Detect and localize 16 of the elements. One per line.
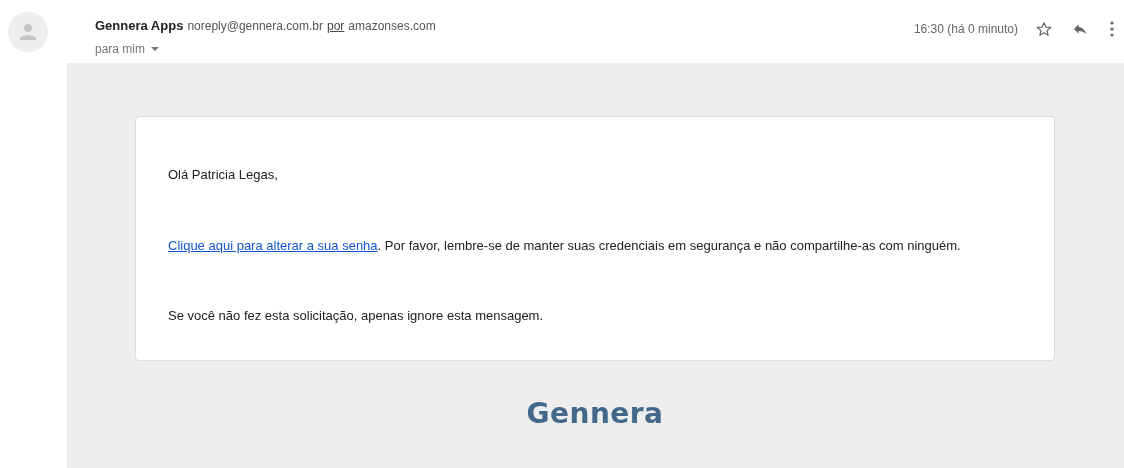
- gennera-logo: Gennera: [526, 396, 664, 432]
- recipient-label[interactable]: para mim: [95, 39, 145, 58]
- more-icon[interactable]: [1110, 21, 1114, 37]
- star-icon[interactable]: [1036, 21, 1052, 37]
- message-paragraph: Clique aqui para alterar a sua senha. Por favor, lembre-se de manter suas credenciais em segurança e não compartilhe-as com ninguém.: [168, 236, 962, 255]
- note-text: Se você não fez esta solicitação, apenas ignore esta mensagem.: [168, 307, 545, 325]
- timestamp: 16:30 (há 0 minuto): [913, 21, 1018, 38]
- caret-icon[interactable]: [151, 46, 159, 51]
- greeting-text: Olá Patricia Legas,: [168, 166, 279, 184]
- avatar-icon: [8, 12, 48, 52]
- via-link[interactable]: por: [326, 17, 345, 35]
- sender-name: Gennera Apps: [95, 17, 184, 35]
- reset-password-link[interactable]: Clique aqui para alterar a sua senha: [168, 237, 378, 253]
- reply-icon[interactable]: [1072, 21, 1088, 37]
- via-domain: amazonses.com: [348, 18, 436, 35]
- sender-email: noreply@gennera.com.br: [187, 18, 323, 35]
